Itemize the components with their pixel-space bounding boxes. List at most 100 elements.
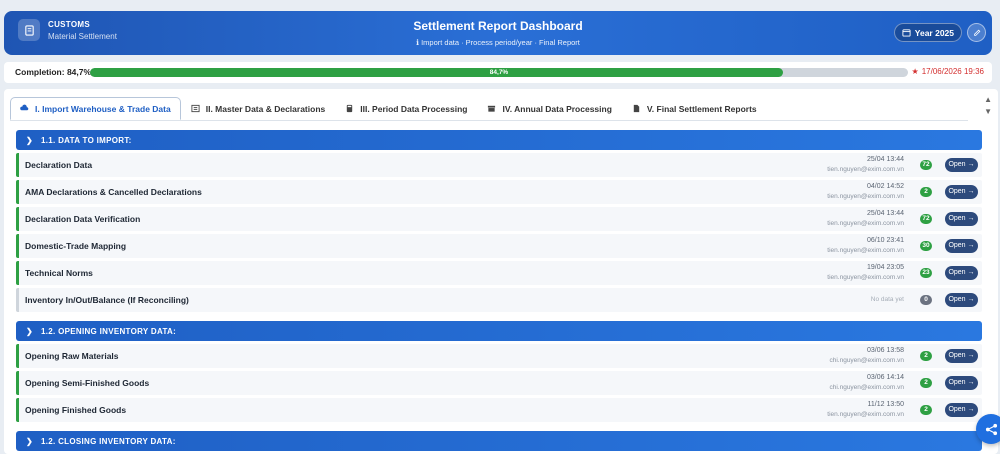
count-badge: 2: [920, 351, 932, 361]
share-icon: [985, 423, 997, 435]
tab-3[interactable]: III. Period Data Processing: [335, 97, 477, 120]
open-arrow-icon: →: [965, 188, 975, 195]
app-header: CUSTOMS Material Settlement Settlement R…: [4, 11, 992, 55]
tab-5[interactable]: V. Final Settlement Reports: [622, 97, 767, 120]
tab-4[interactable]: IV. Annual Data Processing: [477, 97, 621, 120]
count-badge: 0: [920, 295, 932, 305]
year-label: Year 2025: [914, 27, 954, 38]
open-button[interactable]: Open →: [945, 212, 978, 226]
count-badge: 2: [920, 405, 932, 415]
tab-1[interactable]: I. Import Warehouse & Trade Data: [10, 97, 181, 120]
open-arrow-icon: →: [965, 242, 975, 249]
cloud-upload-icon: [20, 104, 29, 111]
section-title: 1.2. OPENING INVENTORY DATA:: [41, 326, 177, 336]
calendar-icon: [902, 29, 911, 37]
section-title: 1.1. DATA TO IMPORT:: [41, 135, 132, 145]
item-name: Opening Semi-Finished Goods: [25, 378, 150, 388]
open-label: Open: [948, 242, 966, 249]
open-arrow-icon: →: [965, 379, 975, 386]
scroll-down-arrow[interactable]: ▼: [984, 107, 992, 116]
count-badge: 2: [920, 378, 932, 388]
count-badge: 72: [920, 214, 932, 224]
tab-2[interactable]: II. Master Data & Declarations: [181, 97, 336, 120]
share-fab-button[interactable]: [976, 414, 1000, 444]
list-item: Inventory In/Out/Balance (If Reconciling…: [16, 288, 982, 312]
tab-label: I. Import Warehouse & Trade Data: [35, 103, 171, 114]
completion-percent-text: 84,7%: [489, 69, 509, 76]
open-arrow-icon: →: [965, 352, 975, 359]
count-badge: 72: [920, 160, 932, 170]
list-item: Declaration Data Verification 25/04 13:44…: [16, 207, 982, 231]
open-label: Open: [948, 161, 966, 168]
updated-date: 25/04 13:44: [867, 210, 904, 217]
chevron-right-icon: ❯: [26, 436, 34, 446]
scroll-up-arrow[interactable]: ▲: [984, 95, 992, 104]
updated-by: tien.nguyen@exim.com.vn: [827, 220, 904, 227]
open-button[interactable]: Open →: [945, 158, 978, 172]
updated-by: tien.nguyen@exim.com.vn: [827, 274, 904, 281]
tab-label: IV. Annual Data Processing: [502, 103, 612, 114]
open-arrow-icon: →: [965, 406, 975, 413]
open-button[interactable]: Open →: [945, 349, 978, 363]
completion-track: 84,7%: [90, 68, 908, 77]
calculator-icon: [347, 104, 353, 113]
open-label: Open: [948, 188, 966, 195]
page-subtitle-text: Import data · Process period/year · Fina…: [421, 38, 580, 47]
list-item: AMA Declarations & Cancelled Declaration…: [16, 180, 982, 204]
updated-by: tien.nguyen@exim.com.vn: [827, 193, 904, 200]
deadline-text: 17/06/2026 19:36: [921, 67, 984, 76]
page-title: Settlement Report Dashboard: [413, 19, 583, 33]
tab-label: III. Period Data Processing: [360, 103, 468, 114]
open-label: Open: [948, 215, 966, 222]
open-label: Open: [948, 406, 966, 413]
list-item: Opening Semi-Finished Goods 03/06 14:14 ch…: [16, 371, 982, 395]
updated-date: 19/04 23:05: [867, 264, 904, 271]
section-title: 1.2. CLOSING INVENTORY DATA:: [41, 436, 176, 446]
item-name: Opening Raw Materials: [25, 351, 119, 361]
main-panel: I. Import Warehouse & Trade Data II. Mast…: [4, 89, 998, 454]
updated-date: 03/06 13:58: [867, 347, 904, 354]
updated-date: 03/06 14:14: [867, 374, 904, 381]
star-icon: ★: [911, 67, 919, 76]
open-button[interactable]: Open →: [945, 403, 978, 417]
updated-by: tien.nguyen@exim.com.vn: [827, 247, 904, 254]
open-label: Open: [948, 379, 966, 386]
chevron-right-icon: ❯: [26, 135, 34, 145]
chevron-right-icon: ❯: [26, 326, 34, 336]
open-button[interactable]: Open →: [945, 293, 978, 307]
open-arrow-icon: →: [965, 161, 975, 168]
open-label: Open: [948, 352, 966, 359]
completion-bar-row: Completion: 84,7% 84,7% ★ 17/06/2026 19:…: [4, 62, 992, 83]
open-label: Open: [948, 269, 966, 276]
updated-date: 11/12 13:50: [867, 401, 904, 408]
section-header[interactable]: ❯ 1.2. CLOSING INVENTORY DATA:: [16, 431, 982, 451]
open-button[interactable]: Open →: [945, 239, 978, 253]
edit-icon: [973, 29, 980, 36]
section-header[interactable]: ❯ 1.1. DATA TO IMPORT:: [16, 130, 982, 150]
updated-date: 06/10 23:41: [867, 237, 904, 244]
list-item: Domestic-Trade Mapping 06/10 23:41 tien.ng…: [16, 234, 982, 258]
updated-by: tien.nguyen@exim.com.vn: [827, 411, 904, 418]
list-icon: [191, 104, 200, 113]
edit-button[interactable]: [967, 23, 986, 42]
year-selector-button[interactable]: Year 2025: [893, 23, 962, 42]
updated-date: 25/04 13:44: [867, 156, 904, 163]
open-button[interactable]: Open →: [945, 376, 978, 390]
content-list: ❯ 1.1. DATA TO IMPORT: Declaration Data 25/…: [16, 130, 982, 454]
open-button[interactable]: Open →: [945, 185, 978, 199]
list-item: Opening Raw Materials 03/06 13:58 chi.nguy…: [16, 344, 982, 368]
completion-label: Completion: 84,7%: [15, 67, 92, 77]
info-icon: ℹ: [416, 38, 419, 47]
tab-label: II. Master Data & Declarations: [205, 103, 326, 114]
updated-date: 04/02 14:52: [867, 183, 904, 190]
open-arrow-icon: →: [965, 215, 975, 222]
item-name: Opening Finished Goods: [25, 405, 127, 415]
list-item: Technical Norms 19/04 23:05 tien.nguyen@ex…: [16, 261, 982, 285]
open-arrow-icon: →: [965, 296, 975, 303]
item-name: Inventory In/Out/Balance (If Reconciling…: [25, 295, 189, 305]
section-header[interactable]: ❯ 1.2. OPENING INVENTORY DATA:: [16, 321, 982, 341]
open-button[interactable]: Open →: [945, 266, 978, 280]
count-badge: 23: [920, 268, 932, 278]
updated-by: tien.nguyen@exim.com.vn: [827, 166, 904, 173]
count-badge: 30: [920, 241, 932, 251]
